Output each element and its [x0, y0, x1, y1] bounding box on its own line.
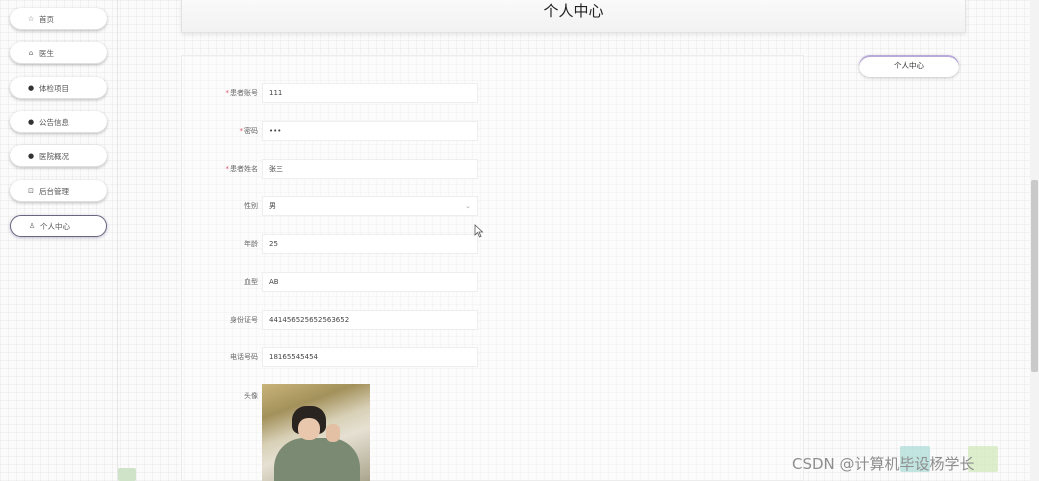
- mouse-cursor-icon: [474, 224, 484, 238]
- label-text: 电话号码: [230, 353, 258, 361]
- form-row-blood-type: 血型 AB: [182, 272, 805, 292]
- avatar-face-shape: [298, 418, 320, 440]
- form-row-phone: 电话号码 18165545454: [182, 347, 805, 367]
- sidebar-item-label: 公告信息: [39, 117, 69, 127]
- page-header: 个人中心: [181, 0, 966, 33]
- sidebar-item-profile[interactable]: ♙ 个人中心: [10, 215, 107, 237]
- decorative-block: [118, 468, 136, 481]
- calendar-icon: ⊡: [28, 187, 34, 195]
- form-row-age: 年龄 25: [182, 234, 805, 254]
- profile-form: *患者账号 111 *密码 ••• *患者姓名 张三 性别 男 ⌄ 年龄 25 …: [181, 55, 804, 481]
- required-mark: *: [239, 127, 244, 135]
- label-text: 患者姓名: [230, 165, 258, 173]
- dot-icon: ●: [27, 118, 35, 126]
- form-row-name: *患者姓名 张三: [182, 159, 805, 179]
- password-field[interactable]: •••: [262, 121, 478, 141]
- personal-center-button[interactable]: 个人中心: [859, 55, 959, 77]
- user-icon: ♙: [28, 222, 36, 230]
- sidebar-item-hospital[interactable]: ● 医院概况: [10, 145, 107, 167]
- watermark-text: CSDN @计算机毕设杨学长: [792, 455, 975, 473]
- phone-field[interactable]: 18165545454: [262, 347, 478, 367]
- label-text: 年龄: [244, 240, 258, 248]
- label-text: 患者账号: [230, 89, 258, 97]
- form-row-password: *密码 •••: [182, 121, 805, 141]
- form-row-gender: 性别 男 ⌄: [182, 196, 805, 216]
- field-label: *患者姓名: [182, 159, 259, 179]
- avatar-body-shape: [274, 438, 360, 481]
- gender-select[interactable]: 男 ⌄: [262, 196, 478, 216]
- field-label: 头像: [244, 392, 258, 400]
- name-field[interactable]: 张三: [262, 159, 478, 179]
- blood-type-field[interactable]: AB: [262, 272, 478, 292]
- label-text: 性别: [244, 202, 258, 210]
- field-label: 年龄: [182, 234, 258, 254]
- page-title: 个人中心: [543, 2, 604, 20]
- sidebar: ☆ 首页 ⌂ 医生 ● 体检项目 ● 公告信息 ● 医院概况 ⊡ 后台管理 ♙ …: [0, 0, 118, 481]
- lock-icon: ⌂: [28, 49, 34, 57]
- id-number-field[interactable]: 441456525652563652: [262, 310, 478, 330]
- avatar-hand-shape: [326, 424, 340, 442]
- field-label: *密码: [182, 121, 259, 141]
- field-label: *患者账号: [182, 83, 259, 103]
- field-label: 身份证号: [182, 310, 258, 330]
- sidebar-item-label: 医生: [39, 48, 54, 58]
- required-mark: *: [225, 89, 230, 97]
- age-field[interactable]: 25: [262, 234, 478, 254]
- sidebar-item-notice[interactable]: ● 公告信息: [10, 111, 107, 133]
- star-icon: ☆: [27, 15, 35, 23]
- sidebar-item-doctor[interactable]: ⌂ 医生: [10, 42, 107, 64]
- sidebar-item-admin[interactable]: ⊡ 后台管理: [10, 180, 107, 202]
- required-mark: *: [225, 165, 230, 173]
- sidebar-item-home[interactable]: ☆ 首页: [10, 8, 107, 30]
- dot-icon: ●: [27, 152, 35, 160]
- sidebar-item-label: 医院概况: [39, 151, 69, 161]
- label-text: 身份证号: [230, 316, 258, 324]
- sidebar-item-label: 后台管理: [39, 186, 69, 196]
- scrollbar-thumb[interactable]: [1031, 180, 1038, 372]
- form-row-id-number: 身份证号 441456525652563652: [182, 310, 805, 330]
- sidebar-item-label: 首页: [39, 14, 54, 24]
- avatar-image[interactable]: [262, 384, 370, 481]
- account-field[interactable]: 111: [262, 83, 478, 103]
- field-label: 血型: [182, 272, 258, 292]
- sidebar-item-checkup[interactable]: ● 体检项目: [10, 77, 107, 99]
- sidebar-item-label: 个人中心: [40, 221, 70, 231]
- form-row-account: *患者账号 111: [182, 83, 805, 103]
- label-text: 密码: [244, 127, 258, 135]
- dot-icon: ●: [27, 84, 35, 92]
- chevron-down-icon: ⌄: [465, 202, 471, 210]
- gender-value: 男: [269, 202, 276, 210]
- field-label: 性别: [182, 196, 258, 216]
- label-text: 血型: [244, 278, 258, 286]
- field-label: 电话号码: [182, 347, 258, 367]
- sidebar-item-label: 体检项目: [39, 83, 69, 93]
